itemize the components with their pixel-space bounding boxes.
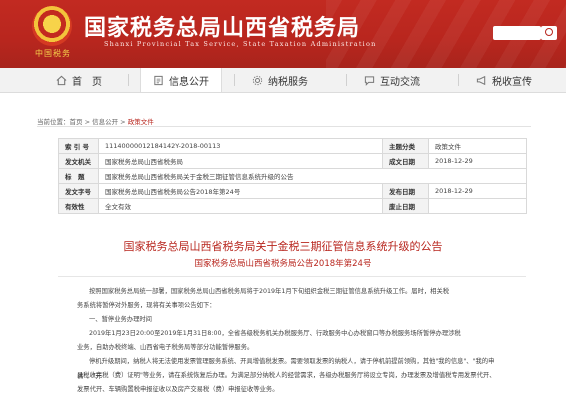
- table-row: 标 题 国家税务总局山西省税务局关于金税三期征管信息系统升级的公告: [58, 168, 527, 184]
- body-paragraph: 具税收完税（费）证明"等业务，请在系统恢复后办理。为满足部分纳税人的经营需求，各…: [77, 372, 496, 379]
- megaphone-icon: [476, 75, 486, 85]
- site-header: 中国税务 国家税务总局山西省税务局 Shanxi Provincial Tax …: [0, 0, 566, 68]
- document-title: 国家税务总局山西省税务局关于金税三期征管信息系统升级的公告: [123, 240, 443, 253]
- number-value: 国家税务总局山西省税务局公告2018年第24号: [98, 183, 383, 199]
- nav-divider: [234, 74, 235, 86]
- index-value: 11140000012184142Y-2018-00113: [98, 138, 383, 154]
- nav-info-label: 信息公开: [169, 76, 209, 88]
- subject-value: 国家税务总局山西省税务局关于金税三期征管信息系统升级的公告: [98, 168, 527, 184]
- body-paragraph: 2019年1月23日20:00至2019年1月31日8:00，全省各级税务机关办…: [89, 330, 461, 337]
- nav-service-label: 纳税服务: [268, 76, 308, 88]
- table-row: 发文字号 国家税务总局山西省税务局公告2018年第24号 发布日期 2018-1…: [58, 183, 527, 199]
- body-paragraph: 发票代开、车辆购置税申报征收以及房产交易税（费）申报征收等业务。: [77, 386, 279, 393]
- site-title[interactable]: 国家税务总局山西省税务局: [84, 10, 360, 42]
- category-label: 主题分类: [382, 138, 429, 154]
- document-number: 国家税务总局山西省税务局公告2018年第24号: [194, 259, 372, 269]
- body-paragraph: 业务，自助办税终端、山西省电子税务局等部分功能暂停服务。: [77, 344, 254, 351]
- pub-date-label: 发布日期: [382, 183, 429, 199]
- breadcrumb: 当前位置：首页 > 信息公开 > 政策文件: [37, 116, 154, 126]
- main-nav: 首 页 信息公开 纳税服务 互动交流 税收宣传: [0, 68, 566, 93]
- nav-info[interactable]: 信息公开: [140, 68, 222, 92]
- info-doc-icon: [154, 75, 163, 85]
- date-value: 2018-12-29: [428, 153, 527, 169]
- site-subtitle: Shanxi Provincial Tax Service, State Tax…: [104, 40, 377, 48]
- section-heading: 一、暂停业务办理时间: [89, 316, 152, 323]
- nav-divider: [458, 74, 459, 86]
- tax-emblem-icon[interactable]: [32, 6, 72, 46]
- validity-value: 全文有效: [98, 198, 383, 214]
- breadcrumb-prefix: 当前位置：: [37, 118, 70, 126]
- subject-label: 标 题: [58, 168, 99, 184]
- nav-publicity[interactable]: 税收宣传: [476, 68, 556, 92]
- document-divider: [58, 276, 526, 277]
- expire-value: [428, 198, 527, 214]
- home-icon: [56, 75, 67, 85]
- emblem-text: 中国税务: [35, 49, 71, 58]
- expire-label: 废止日期: [382, 198, 429, 214]
- breadcrumb-info[interactable]: 信息公开: [92, 118, 118, 126]
- table-row: 索 引 号 11140000012184142Y-2018-00113 主题分类…: [58, 138, 527, 154]
- nav-service[interactable]: 纳税服务: [252, 68, 332, 92]
- nav-publicity-label: 税收宣传: [492, 76, 532, 88]
- search-input[interactable]: [493, 26, 541, 40]
- breadcrumb-home[interactable]: 首页: [70, 118, 83, 126]
- body-paragraph: 按照国家税务总局统一部署，国家税务总局山西省税务局将于2019年1月下旬组织金税…: [89, 288, 450, 295]
- breadcrumb-sep: >: [118, 118, 128, 126]
- nav-interaction-label: 互动交流: [380, 76, 420, 88]
- org-label: 发文机关: [58, 153, 99, 169]
- document-meta-table: 索 引 号 11140000012184142Y-2018-00113 主题分类…: [58, 138, 527, 214]
- nav-home-label: 首 页: [72, 76, 102, 88]
- table-row: 发文机关 国家税务总局山西省税务局 成文日期 2018-12-29: [58, 153, 527, 169]
- pub-date-value: 2018-12-29: [428, 183, 527, 199]
- nav-divider: [346, 74, 347, 86]
- chat-icon: [364, 75, 375, 86]
- number-label: 发文字号: [58, 183, 99, 199]
- org-value: 国家税务总局山西省税务局: [98, 153, 383, 169]
- date-label: 成文日期: [382, 153, 429, 169]
- nav-interaction[interactable]: 互动交流: [364, 68, 444, 92]
- nav-divider: [128, 74, 129, 86]
- breadcrumb-sep: >: [82, 118, 93, 126]
- breadcrumb-divider: [37, 126, 531, 127]
- body-paragraph: 务系统将暂停对外服务，现将有关事项公告如下：: [77, 302, 216, 309]
- category-value: 政策文件: [428, 138, 527, 154]
- table-row: 有效性 全文有效 废止日期: [58, 198, 527, 214]
- search-button[interactable]: [541, 26, 557, 40]
- index-label: 索 引 号: [58, 138, 99, 154]
- validity-label: 有效性: [58, 198, 99, 214]
- nav-home[interactable]: 首 页: [56, 68, 116, 92]
- breadcrumb-current[interactable]: 政策文件: [128, 118, 154, 126]
- gear-service-icon: [252, 75, 263, 85]
